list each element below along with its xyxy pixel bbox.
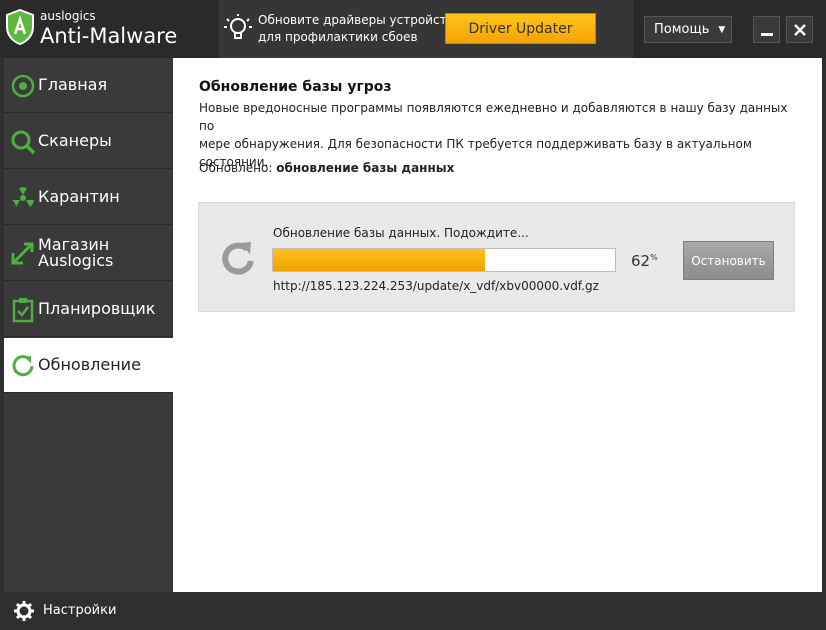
promo-line-2: для профилактики сбоев xyxy=(258,30,418,44)
progress-unit: % xyxy=(650,253,658,262)
sidebar-item-label: Главная xyxy=(38,75,108,94)
update-icon xyxy=(12,355,34,377)
main-content: Обновление базы угроз Новые вредоносные … xyxy=(173,58,822,592)
sidebar-item-label: Сканеры xyxy=(38,131,112,150)
sidebar-item-scanners[interactable]: Сканеры xyxy=(4,114,173,169)
shop-icon xyxy=(11,242,34,265)
driver-updater-button[interactable]: Driver Updater xyxy=(445,13,596,44)
sidebar-item-update[interactable]: Обновление xyxy=(4,338,173,393)
title-bar: auslogics Anti-Malware Обновите драйверы… xyxy=(0,0,826,58)
chevron-down-icon: ▼ xyxy=(718,24,726,35)
lightbulb-icon xyxy=(224,14,252,39)
updated-status: Обновлено: обновление базы данных xyxy=(199,161,454,175)
description-line-1: Новые вредоносные программы появляются е… xyxy=(199,101,788,133)
progress-status-text: Обновление базы данных. Подождите... xyxy=(273,226,529,240)
page-title: Обновление базы угроз xyxy=(199,79,392,95)
updated-label: Обновлено: xyxy=(199,161,273,175)
settings-link[interactable]: Настройки xyxy=(43,603,116,618)
updated-value: обновление базы данных xyxy=(276,161,455,175)
sidebar-item-quarantine[interactable]: Карантин xyxy=(4,170,173,225)
sidebar-item-shop[interactable]: Магазин Auslogics xyxy=(4,226,173,281)
sidebar: Главная Сканеры Карантин Магазин Auslogi… xyxy=(4,58,173,592)
radiation-icon xyxy=(12,187,34,207)
sidebar-item-label: Планировщик xyxy=(38,299,156,318)
promo-text: Обновите драйверы устройств для профилак… xyxy=(258,12,454,46)
help-dropdown[interactable]: Помощь ▼ xyxy=(644,16,732,43)
search-icon xyxy=(11,130,36,155)
sidebar-item-scheduler[interactable]: Планировщик xyxy=(4,282,173,337)
shield-logo-icon xyxy=(6,9,34,45)
progress-percent: 62% xyxy=(631,252,658,270)
help-label: Помощь xyxy=(654,22,710,37)
sidebar-item-label: Магазин Auslogics xyxy=(38,237,113,269)
minimize-button[interactable] xyxy=(753,16,780,43)
app-title: Anti-Malware xyxy=(40,24,178,48)
close-icon xyxy=(793,23,806,36)
update-progress-panel: Обновление базы данных. Подождите... 62%… xyxy=(198,202,795,312)
footer-bar: Настройки xyxy=(0,592,826,630)
scheduler-icon xyxy=(12,298,34,323)
sidebar-item-label: Карантин xyxy=(38,187,120,206)
promo-banner: Обновите драйверы устройств для профилак… xyxy=(217,0,635,58)
stop-button[interactable]: Остановить xyxy=(683,241,774,280)
minimize-icon xyxy=(760,32,773,36)
sidebar-item-home[interactable]: Главная xyxy=(4,58,173,113)
download-url: http://185.123.224.253/update/x_vdf/xbv0… xyxy=(273,279,599,293)
sidebar-item-label: Обновление xyxy=(38,355,141,374)
promo-line-1: Обновите драйверы устройств xyxy=(258,13,454,27)
sidebar-item-label-line2: Auslogics xyxy=(38,251,114,270)
home-icon xyxy=(11,74,35,98)
progress-bar-fill xyxy=(273,249,486,271)
brand-company: auslogics xyxy=(40,9,96,23)
close-button[interactable] xyxy=(786,16,813,43)
gear-icon xyxy=(14,601,34,621)
refresh-spinner-icon xyxy=(222,242,254,275)
progress-bar xyxy=(272,248,616,272)
progress-value: 62 xyxy=(631,252,651,270)
